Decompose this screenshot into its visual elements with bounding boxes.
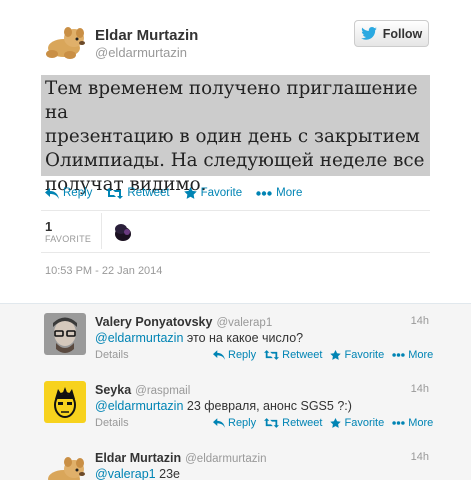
reply-icon	[213, 418, 225, 428]
reply-label: Reply	[228, 349, 257, 361]
star-icon	[183, 187, 197, 199]
favorite-label: Favorite	[344, 349, 385, 361]
reply-time[interactable]: 14h	[411, 451, 429, 463]
reply-body: 23е	[155, 467, 180, 480]
follow-label: Follow	[382, 26, 423, 41]
favorite-button[interactable]: Favorite	[183, 187, 243, 199]
more-label: More	[408, 417, 434, 429]
reply-author-handle: @raspmail	[135, 385, 191, 397]
reply-time[interactable]: 14h	[411, 315, 429, 327]
retweet-icon	[264, 418, 280, 428]
reply-tweet: Seyka @raspmail 14h @eldarmurtazin 23 фев…	[0, 372, 471, 441]
reply-author-name: Valery Ponyatovsky	[95, 315, 213, 329]
retweet-icon	[264, 350, 280, 360]
reply-author-name: Eldar Murtazin	[95, 451, 182, 465]
divider	[41, 252, 430, 253]
retweet-label: Retweet	[282, 349, 323, 361]
favorite-count-label: FAVORITE	[45, 234, 92, 244]
details-link[interactable]: Details	[95, 417, 129, 429]
follow-button[interactable]: Follow	[354, 20, 429, 47]
mention-link[interactable]: @eldarmurtazin	[95, 399, 183, 413]
more-label: More	[408, 349, 434, 361]
favorite-label: Favorite	[344, 417, 385, 429]
tweet-text-line: презентацию в один день с закрытием	[45, 126, 420, 147]
author-avatar[interactable]	[44, 22, 86, 60]
mention-link[interactable]: @valerap1	[95, 467, 156, 480]
retweet-button[interactable]: Retweet	[264, 349, 322, 361]
tweet-text: Тем временем получено приглашение на пре…	[41, 75, 430, 195]
divider	[41, 210, 430, 211]
favoriter-avatar[interactable]	[112, 220, 134, 242]
retweet-icon	[106, 187, 124, 199]
reply-text: @eldarmurtazin 23 февраля, анонс SGS5 ?:…	[95, 399, 352, 413]
retweet-label: Retweet	[127, 187, 170, 199]
favorite-button[interactable]: Favorite	[330, 349, 384, 361]
reply-label: Reply	[228, 417, 257, 429]
more-button[interactable]: More	[392, 417, 433, 429]
tweet-text-line: Тем временем получено приглашение на	[45, 78, 418, 123]
reply-text: @valerap1 23е	[95, 467, 180, 480]
reply-author-name: Seyka	[95, 383, 132, 397]
reply-tweet: Valery Ponyatovsky @valerap1 14h @eldarmu…	[0, 304, 471, 373]
reply-time[interactable]: 14h	[411, 383, 429, 395]
reply-author[interactable]: Seyka @raspmail	[95, 383, 190, 397]
tweet-header: Eldar Murtazin @eldarmurtazin Follow	[0, 0, 471, 70]
reply-button[interactable]: Reply	[45, 187, 92, 199]
tweet-text-line: Олимпиады. На следующей неделе все	[45, 150, 425, 171]
reply-actions: Reply Retweet Favorite More	[213, 417, 441, 429]
stats-divider	[101, 213, 102, 249]
retweet-label: Retweet	[282, 417, 323, 429]
reply-text: @eldarmurtazin это на какое число?	[95, 331, 303, 345]
reply-avatar[interactable]	[44, 313, 86, 355]
tweet-timestamp[interactable]: 10:53 PM - 22 Jan 2014	[45, 265, 162, 277]
mention-link[interactable]: @eldarmurtazin	[95, 331, 183, 345]
details-link[interactable]: Details	[95, 349, 129, 361]
reply-author-handle: @valerap1	[216, 317, 273, 329]
more-label: More	[276, 187, 303, 199]
retweet-button[interactable]: Retweet	[264, 417, 322, 429]
reply-author-handle: @eldarmurtazin	[185, 453, 267, 465]
reply-body: 23 февраля, анонс SGS5 ?:)	[183, 399, 352, 413]
tweet-actions: Reply Retweet Favorite More	[45, 185, 316, 201]
reply-author[interactable]: Eldar Murtazin @eldarmurtazin	[95, 451, 266, 465]
retweet-button[interactable]: Retweet	[106, 187, 170, 199]
bird-icon	[360, 27, 377, 40]
reply-avatar[interactable]	[44, 449, 86, 480]
more-dots-icon	[392, 353, 405, 357]
more-dots-icon	[392, 421, 405, 425]
reply-button[interactable]: Reply	[213, 349, 256, 361]
reply-label: Reply	[63, 187, 93, 199]
reply-actions: Reply Retweet Favorite More	[213, 349, 441, 361]
more-dots-icon	[256, 190, 272, 196]
favorite-label: Favorite	[200, 187, 243, 199]
star-icon	[330, 418, 342, 428]
reply-body: это на какое число?	[183, 331, 304, 345]
favorite-count[interactable]: 1	[45, 219, 52, 234]
reply-icon	[213, 350, 225, 360]
author-name[interactable]: Eldar Murtazin	[95, 27, 198, 44]
author-handle[interactable]: @eldarmurtazin	[95, 45, 187, 60]
reply-icon	[45, 187, 59, 199]
reply-author[interactable]: Valery Ponyatovsky @valerap1	[95, 315, 272, 329]
reply-avatar[interactable]	[44, 381, 86, 423]
reply-button[interactable]: Reply	[213, 417, 256, 429]
more-button[interactable]: More	[256, 187, 302, 199]
favorite-button[interactable]: Favorite	[330, 417, 384, 429]
star-icon	[330, 350, 342, 360]
reply-tweet: Eldar Murtazin @eldarmurtazin 14h @valera…	[0, 440, 471, 480]
more-button[interactable]: More	[392, 349, 433, 361]
